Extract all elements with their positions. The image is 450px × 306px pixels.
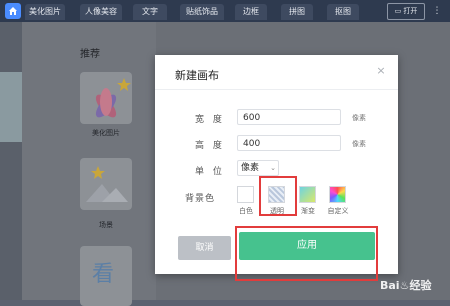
height-unit: 像素 (352, 140, 366, 148)
tab-text[interactable]: 文字 (133, 4, 167, 20)
open-button[interactable]: ▭ 打开 (387, 3, 425, 20)
home-button[interactable] (5, 3, 21, 19)
tab-collage[interactable]: 拼图 (281, 4, 313, 20)
tab-frames[interactable]: 边框 (235, 4, 267, 20)
swatch-white[interactable] (237, 186, 254, 203)
swatch-gradient[interactable] (299, 186, 316, 203)
height-label: 高 度 (195, 141, 225, 151)
cancel-button[interactable]: 取消 (178, 236, 231, 260)
new-canvas-dialog: 新建画布 × 宽 度 600 像素 高 度 400 像素 单 位 像素 ⌄ 背景… (155, 55, 398, 281)
unit-label: 单 位 (195, 167, 225, 177)
swatch-label-gradient: 渐变 (301, 207, 315, 215)
unit-select-value: 像素 (241, 163, 260, 173)
swatch-label-white: 白色 (239, 207, 253, 215)
bg-color-label: 背景色 (185, 194, 216, 204)
tab-beautify[interactable]: 美化图片 (25, 4, 65, 20)
landscape-icon (86, 166, 128, 202)
swatch-label-custom: 自定义 (327, 207, 349, 215)
card-scene[interactable] (80, 158, 132, 210)
dialog-title: 新建画布 (175, 69, 219, 82)
width-input[interactable]: 600 (237, 109, 341, 125)
home-icon (9, 7, 17, 15)
text-glyph: 看 (92, 262, 115, 287)
width-label: 宽 度 (195, 115, 225, 125)
background-photo (0, 72, 22, 142)
flower-icon (95, 78, 131, 118)
card-label-scene: 场景 (99, 221, 113, 229)
height-input[interactable]: 400 (237, 135, 341, 151)
top-nav-bar: 美化图片 人像美容 文字 贴纸饰品 边框 拼图 抠图 ▭ 打开 ⋮ (0, 0, 450, 22)
card-label-beautify: 美化图片 (92, 129, 120, 137)
close-icon[interactable]: × (374, 64, 388, 77)
tab-portrait[interactable]: 人像美容 (80, 4, 122, 20)
left-strip (0, 22, 22, 300)
highlight-apply (235, 226, 378, 281)
open-label: 打开 (403, 7, 418, 15)
menu-icon[interactable]: ⋮ (428, 3, 446, 19)
unit-select[interactable]: 像素 ⌄ (237, 160, 279, 176)
chevron-down-icon: ⌄ (270, 164, 276, 172)
tab-stickers[interactable]: 贴纸饰品 (180, 4, 224, 20)
card-text[interactable]: 看 (80, 246, 132, 306)
watermark-logo: Bai♨经验 (380, 279, 432, 292)
dialog-divider (155, 89, 398, 90)
highlight-transparent (259, 176, 297, 216)
panel-title: 推荐 (80, 49, 100, 60)
swatch-custom[interactable] (329, 186, 346, 203)
width-unit: 像素 (352, 114, 366, 122)
tab-cutout[interactable]: 抠图 (327, 4, 359, 20)
card-beautify[interactable] (80, 72, 132, 124)
